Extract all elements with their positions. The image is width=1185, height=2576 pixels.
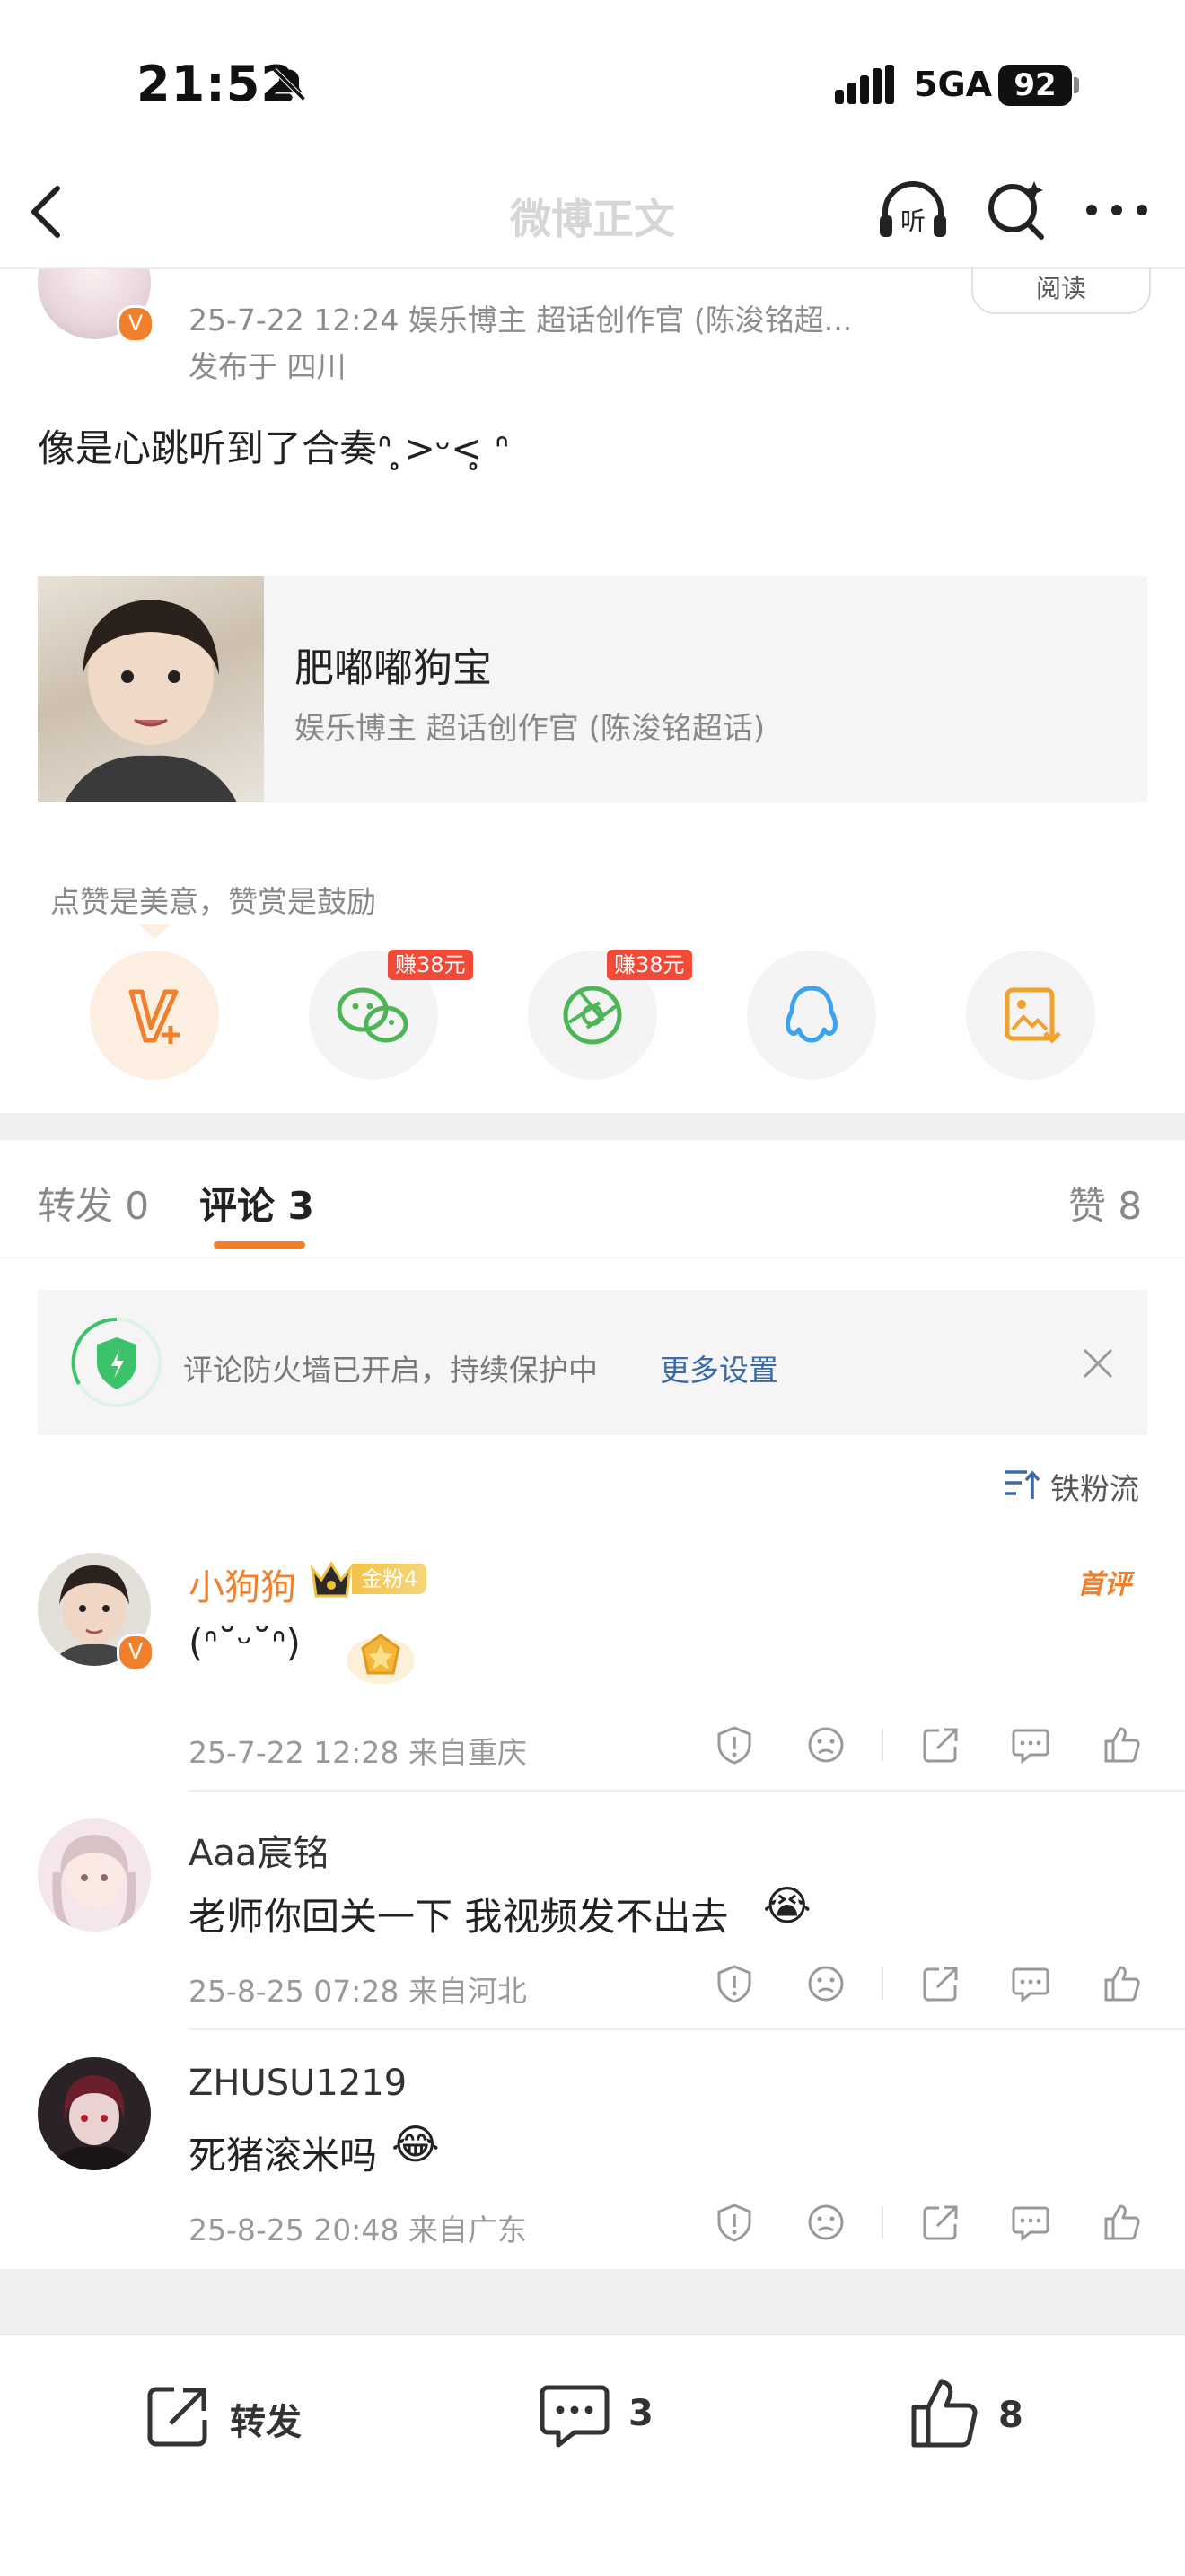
repost-label: 转发	[230, 2402, 302, 2443]
section-separator	[0, 1113, 1185, 1140]
dislike-icon[interactable]	[806, 2203, 846, 2242]
tab-comments[interactable]: 评论 3	[199, 1176, 314, 1231]
card-title: 肥嘟嘟狗宝	[294, 645, 492, 691]
save-image-button[interactable]	[966, 951, 1095, 1080]
search-ai-button[interactable]	[984, 178, 1049, 242]
report-icon[interactable]	[715, 2203, 754, 2242]
tab-repost[interactable]: 转发 0	[38, 1176, 149, 1231]
shield-icon	[70, 1316, 163, 1409]
card-subtitle: 娱乐博主 超话创作官 (陈浚铭超话)	[294, 711, 766, 747]
bottom-action-bar	[0, 2334, 1185, 2576]
post-meta: 25-7-22 12:24 娱乐博主 超话创作官 (陈浚铭超...	[189, 302, 853, 337]
share-icon[interactable]	[921, 1725, 961, 1765]
reward-button[interactable]	[90, 951, 219, 1080]
earn-badge-moments: 赚38元	[607, 950, 692, 980]
more-options-button[interactable]	[1084, 199, 1149, 221]
action-separator	[882, 1967, 883, 2000]
report-icon[interactable]	[715, 1964, 754, 2003]
battery-level: 92	[998, 65, 1072, 106]
dislike-icon[interactable]	[806, 1964, 846, 2003]
dislike-icon[interactable]	[806, 1725, 846, 1765]
comment-button[interactable]: 3	[539, 2379, 718, 2450]
report-icon[interactable]	[715, 1725, 754, 1765]
svg-text:听: 听	[900, 206, 926, 236]
comment-name-2[interactable]: Aaa宸铭	[189, 1824, 329, 1876]
crown-icon	[309, 1556, 354, 1599]
like-icon[interactable]	[1102, 1964, 1142, 2003]
crying-emoji: 😭	[763, 1881, 812, 1930]
comment-icon[interactable]	[1011, 1964, 1050, 2003]
comment-icon[interactable]	[1011, 1725, 1050, 1765]
fan-medal-icon	[345, 1625, 417, 1686]
laughing-emoji: 😂	[391, 2120, 440, 2169]
tip-pointer	[138, 924, 171, 941]
share-icon[interactable]	[921, 2203, 961, 2242]
like-count: 8	[998, 2395, 1023, 2436]
action-separator	[882, 2206, 883, 2239]
comment-name-1[interactable]: 小狗狗	[189, 1558, 296, 1610]
tab-divider	[0, 1257, 1185, 1258]
comment-count: 3	[628, 2393, 654, 2434]
list-end-band	[0, 2269, 1185, 2334]
comment-divider	[189, 2028, 1185, 2030]
like-icon[interactable]	[1102, 2203, 1142, 2242]
tab-likes[interactable]: 赞 8	[1068, 1176, 1142, 1231]
repost-icon	[147, 2387, 207, 2447]
firewall-text: 评论防火墙已开启，持续保护中	[183, 1353, 598, 1388]
silent-bell-icon	[269, 65, 309, 104]
post-text: 像是心跳听到了合奏ᐢ ̥>ᵕ<̥ ᐢ	[38, 426, 510, 470]
fan-level-badge: 金粉4	[352, 1564, 427, 1594]
first-comment-tag: 首评	[1077, 1569, 1131, 1600]
card-avatar	[38, 576, 264, 802]
comment-text-1: (ᐢ˘ᵕ˘ᐢ)	[189, 1621, 301, 1665]
listen-button[interactable]: 听	[876, 180, 950, 242]
comment-text-3: 死猪滚米吗	[189, 2134, 378, 2177]
comment-avatar-3[interactable]	[38, 2057, 151, 2170]
battery-nub	[1074, 77, 1079, 93]
action-separator	[882, 1729, 883, 1761]
comment-avatar-2[interactable]	[38, 1818, 151, 1932]
sort-label[interactable]: 铁粉流	[1050, 1465, 1139, 1508]
comment-icon[interactable]	[1011, 2203, 1050, 2242]
like-icon[interactable]	[1102, 1725, 1142, 1765]
thumbs-up-icon	[911, 2379, 978, 2448]
earn-badge-wechat: 赚38元	[388, 950, 473, 980]
comment-text-2: 老师你回关一下 我视频发不出去	[189, 1895, 729, 1939]
like-button[interactable]: 8	[908, 2373, 1088, 2454]
network-label: 5GA	[914, 65, 993, 104]
signal-icon	[835, 65, 900, 104]
post-location: 发布于 四川	[189, 349, 347, 384]
read-label: 阅读	[1035, 274, 1086, 303]
repost-button[interactable]: 转发	[144, 2379, 341, 2450]
sort-icon[interactable]	[1004, 1465, 1041, 1503]
reward-tip: 点赞是美意，赞赏是鼓励	[50, 884, 376, 919]
firewall-settings-link[interactable]: 更多设置	[660, 1346, 778, 1389]
read-button[interactable]: 阅读	[971, 267, 1151, 314]
verified-badge-icon: V	[117, 305, 154, 343]
verified-badge-icon: V	[117, 1634, 154, 1671]
comment-meta-2: 25-8-25 07:28 来自河北	[189, 1974, 527, 2009]
comment-meta-1: 25-7-22 12:28 来自重庆	[189, 1735, 527, 1770]
comment-divider	[189, 1790, 1185, 1792]
comment-name-3[interactable]: ZHUSU1219	[189, 2063, 407, 2104]
share-qq-button[interactable]	[747, 951, 876, 1080]
comment-bubble-icon	[540, 2385, 610, 2448]
tab-active-indicator	[214, 1241, 305, 1249]
close-icon[interactable]	[1081, 1346, 1115, 1380]
comment-meta-3: 25-8-25 20:48 来自广东	[189, 2212, 527, 2247]
share-icon[interactable]	[921, 1964, 961, 2003]
